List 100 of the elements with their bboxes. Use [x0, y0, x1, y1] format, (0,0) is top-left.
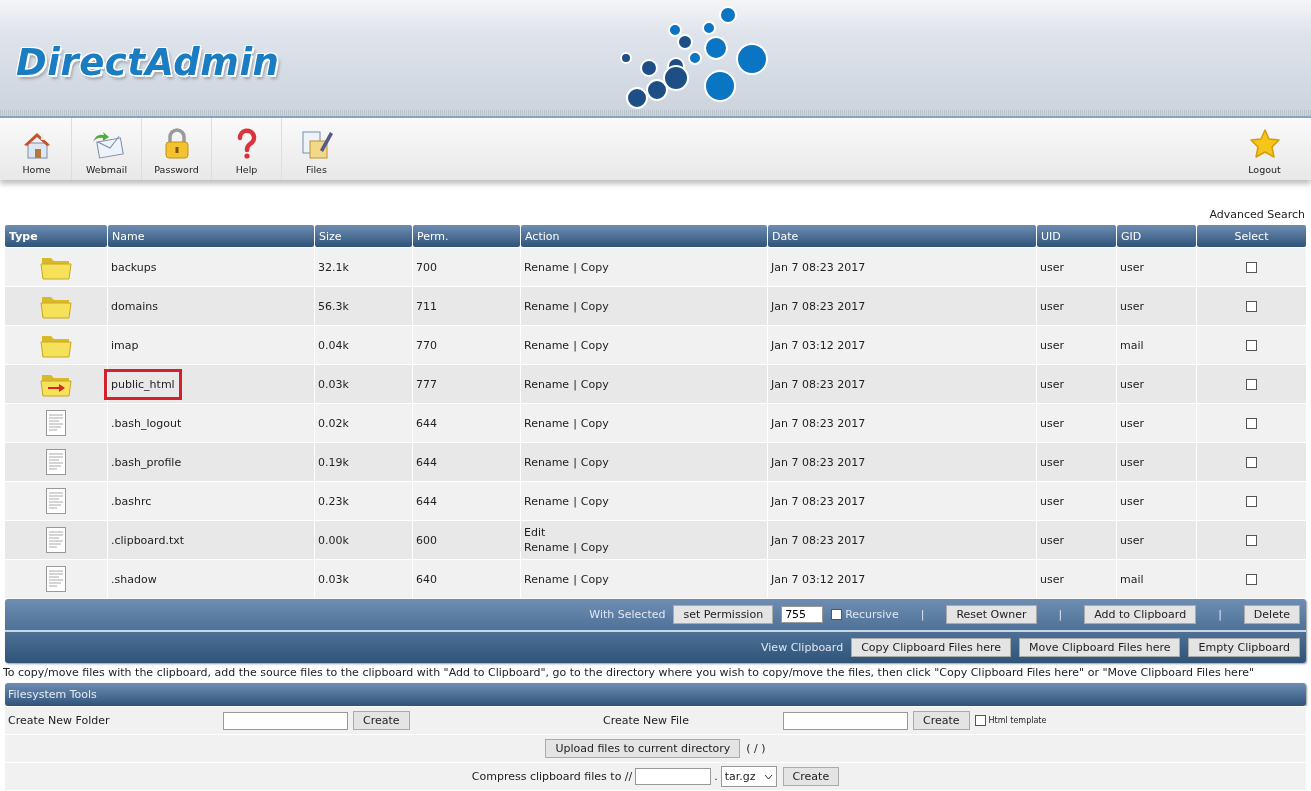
size-cell: 0.19k	[315, 443, 412, 481]
action-link[interactable]: Rename	[524, 494, 570, 508]
logout-item[interactable]: Logout	[1230, 118, 1299, 180]
size-cell: 32.1k	[315, 248, 412, 286]
action-link[interactable]: Rename	[524, 416, 570, 430]
toolbar-item[interactable]: Password	[142, 118, 212, 180]
checkbox[interactable]	[831, 609, 843, 620]
action-link[interactable]: Rename	[524, 572, 570, 586]
advanced-search-link[interactable]: Advanced Search	[1209, 208, 1305, 221]
dot-text: .	[714, 770, 718, 783]
create-button[interactable]: Create	[913, 711, 970, 730]
gid-cell: user	[1117, 443, 1196, 481]
action-button[interactable]: Empty Clipboard	[1188, 638, 1300, 657]
field-label: Compress clipboard files to //	[471, 770, 633, 783]
bar-label: View Clipboard	[761, 641, 844, 654]
file-name-link[interactable]: public_html	[104, 368, 182, 400]
action-button[interactable]: Copy Clipboard Files here	[851, 638, 1012, 657]
action-link[interactable]: Rename	[524, 260, 570, 274]
action-button[interactable]: Delete	[1243, 605, 1300, 624]
star-icon	[1248, 128, 1281, 160]
upload-button[interactable]: Upload files to current directory	[545, 739, 741, 758]
checkbox[interactable]	[1246, 418, 1257, 429]
file-name-link[interactable]: imap	[104, 329, 146, 361]
size-cell: 56.3k	[315, 287, 412, 325]
action-button[interactable]: set Permission	[673, 605, 774, 624]
document-icon	[45, 448, 67, 476]
action-link[interactable]: Rename	[524, 455, 570, 469]
file-name-link[interactable]: .bash_logout	[104, 407, 189, 439]
gid-cell: mail	[1117, 326, 1196, 364]
file-name-link[interactable]: domains	[104, 290, 165, 322]
action-link[interactable]: Copy	[580, 338, 609, 352]
documents-icon	[299, 128, 334, 160]
action-link[interactable]: Copy	[580, 416, 609, 430]
separator: |	[920, 608, 925, 621]
field-label: Create New File	[602, 714, 690, 727]
action-link[interactable]: Copy	[580, 455, 609, 469]
toolbar-item[interactable]: Help	[212, 118, 282, 180]
field-label: Create New Folder	[7, 714, 111, 727]
date-cell: Jan 7 08:23 2017	[768, 287, 1036, 325]
checkbox[interactable]	[1246, 574, 1257, 585]
action-link[interactable]: Rename	[524, 377, 570, 391]
date-cell: Jan 7 08:23 2017	[768, 443, 1036, 481]
format-dropdown[interactable]: tar.gz	[720, 766, 777, 787]
checkbox[interactable]	[1246, 457, 1257, 468]
action-link[interactable]: Copy	[580, 377, 609, 391]
action-button[interactable]: Add to Clipboard	[1084, 605, 1197, 624]
column-header[interactable]: Type	[5, 225, 107, 247]
action-link[interactable]: Copy	[580, 541, 609, 554]
column-header[interactable]: Date	[768, 225, 1036, 247]
file-name-link[interactable]: .bashrc	[104, 485, 159, 517]
column-header[interactable]: Action	[521, 225, 767, 247]
action-link[interactable]: Copy	[580, 494, 609, 508]
folder-name-field[interactable]	[223, 711, 348, 730]
separator: |	[573, 455, 577, 469]
bar-label: With Selected	[589, 608, 666, 621]
create-button[interactable]: Create	[353, 711, 410, 730]
file-name-field[interactable]	[783, 711, 908, 730]
checkbox[interactable]	[1246, 262, 1257, 273]
file-name-link[interactable]: backups	[104, 251, 164, 283]
checkbox[interactable]	[1246, 535, 1257, 546]
uid-cell: user	[1037, 443, 1116, 481]
action-link[interactable]: Rename	[524, 338, 570, 352]
checkbox[interactable]	[1246, 340, 1257, 351]
column-header[interactable]: Select	[1197, 225, 1306, 247]
toolbar-item[interactable]: Home	[2, 118, 72, 180]
checkbox-label: Recursive	[845, 608, 899, 621]
archive-name-field[interactable]	[635, 768, 712, 785]
column-header[interactable]: Size	[315, 225, 412, 247]
action-link[interactable]: Rename	[524, 541, 570, 554]
uid-cell: user	[1037, 521, 1116, 559]
permission-cell: 711	[413, 287, 520, 325]
uid-cell: user	[1037, 560, 1116, 598]
action-button[interactable]: Move Clipboard Files here	[1019, 638, 1181, 657]
file-name-link[interactable]: .bash_profile	[104, 446, 189, 478]
separator: |	[573, 377, 577, 391]
column-header[interactable]: Perm.	[413, 225, 520, 247]
column-header[interactable]: GID	[1117, 225, 1196, 247]
checkbox[interactable]	[1246, 496, 1257, 507]
file-name-link[interactable]: .clipboard.txt	[104, 524, 192, 556]
action-link[interactable]: Edit	[524, 526, 546, 539]
create-button[interactable]: Create	[782, 767, 840, 786]
file-name-link[interactable]: .shadow	[104, 563, 164, 595]
action-button[interactable]: Reset Owner	[946, 605, 1037, 624]
column-header[interactable]: UID	[1037, 225, 1116, 247]
gid-cell: user	[1117, 248, 1196, 286]
separator: |	[1218, 608, 1222, 621]
separator: |	[1058, 608, 1063, 621]
toolbar-item[interactable]: Webmail	[72, 118, 142, 180]
toolbar-item[interactable]: Files	[282, 118, 351, 180]
checkbox[interactable]	[1246, 379, 1257, 390]
action-link[interactable]: Rename	[524, 299, 570, 313]
action-link[interactable]: Copy	[580, 260, 609, 274]
checkbox[interactable]	[1246, 301, 1257, 312]
column-header[interactable]: Name	[108, 225, 314, 247]
action-link[interactable]: Copy	[580, 299, 609, 313]
checkbox[interactable]	[974, 715, 986, 726]
permission-field[interactable]: 755	[781, 606, 824, 623]
instructions-text: To copy/move files with the clipboard, add the source files to the clipboard with "Add to Clipboard", go to the directory where you wish to copy/move the files, then click "Copy Clipboard Files here" or "Move Clipboard Files here"	[3, 666, 1255, 679]
action-link[interactable]: Copy	[580, 572, 609, 586]
size-cell: 0.23k	[315, 482, 412, 520]
